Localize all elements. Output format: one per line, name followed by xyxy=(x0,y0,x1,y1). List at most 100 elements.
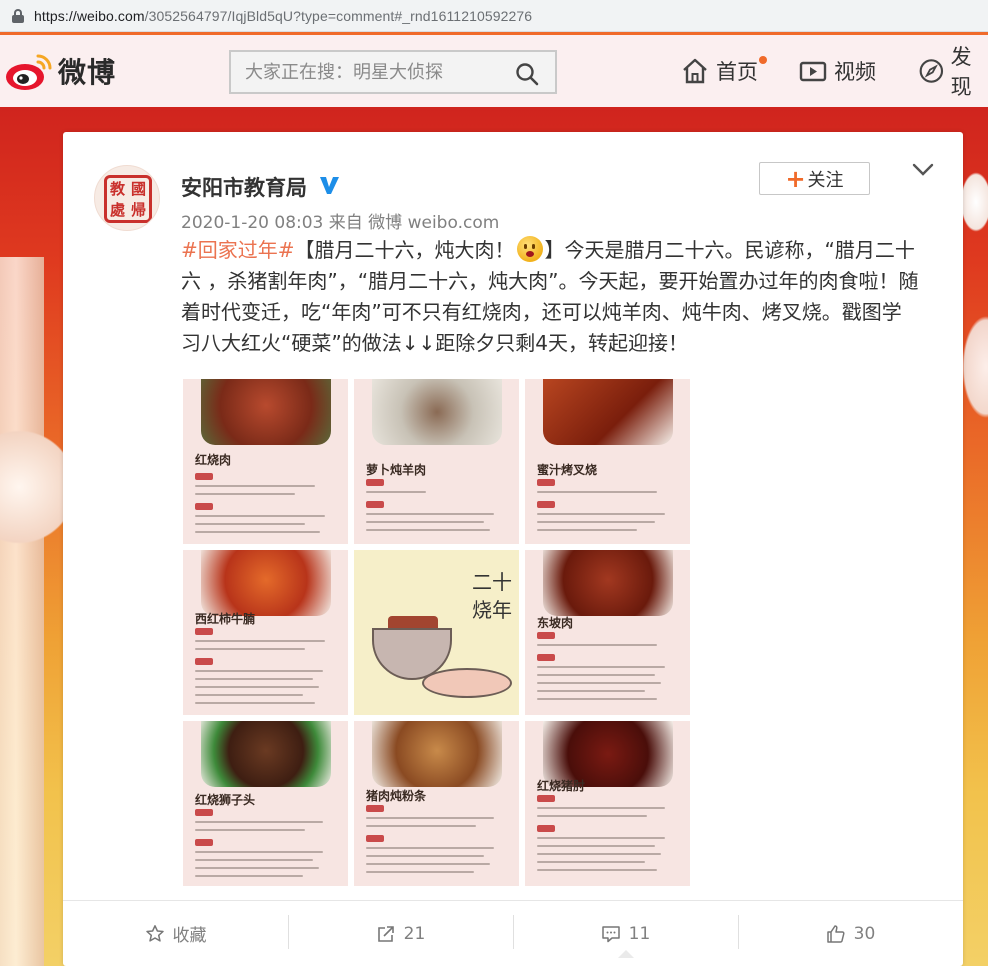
image-thumb[interactable]: 西红柿牛腩 xyxy=(183,550,348,715)
verified-v-icon xyxy=(320,177,339,194)
image-thumb[interactable]: 红烧肉 xyxy=(183,379,348,544)
image-thumb[interactable]: 东坡肉 xyxy=(525,550,690,715)
seal-char: 教 xyxy=(109,180,125,198)
share-count: 21 xyxy=(403,923,426,944)
label-tag xyxy=(195,658,213,665)
seal-char: 處 xyxy=(109,201,125,219)
text-line xyxy=(537,521,655,523)
label-tag xyxy=(537,795,555,802)
text-line xyxy=(537,682,661,684)
label-tag xyxy=(366,501,384,508)
text-line xyxy=(537,698,657,700)
label-tag xyxy=(195,473,213,480)
text-line xyxy=(195,670,323,672)
post-meta: 2020-1-20 08:03 来自 微博 weibo.com xyxy=(181,213,500,233)
topic-link[interactable]: #回家过年# xyxy=(181,238,295,262)
favorite-button[interactable]: 收藏 xyxy=(63,901,288,966)
text-line xyxy=(537,837,665,839)
avatar[interactable]: 教 國 處 帰 xyxy=(94,165,160,231)
text-line xyxy=(537,845,655,847)
url-path: /3052564797/IqjBld5qU?type=comment#_rnd1… xyxy=(144,7,533,24)
image-thumb[interactable]: 猪肉炖粉条 xyxy=(354,721,519,886)
notification-dot xyxy=(759,56,767,64)
text-line xyxy=(537,853,661,855)
text-line xyxy=(195,523,305,525)
label-tag xyxy=(366,479,384,486)
text-line xyxy=(366,817,494,819)
text-line xyxy=(195,829,305,831)
nav-discover-label: 发现 xyxy=(950,45,972,99)
search-box[interactable] xyxy=(229,50,557,94)
text-line xyxy=(366,491,426,493)
favorite-label: 收藏 xyxy=(172,926,207,946)
dish-photo xyxy=(201,550,331,616)
browser-address-bar[interactable]: https://weibo.com/3052564797/IqjBld5qU?t… xyxy=(0,0,988,32)
like-icon xyxy=(826,924,845,943)
post-text: #回家过年#【腊月二十六，炖大肉！ 】今天是腊月二十六。民谚称，“腊月二十六 ，杀… xyxy=(181,235,921,359)
label-tag xyxy=(537,654,555,661)
compass-icon xyxy=(919,59,944,83)
like-button[interactable]: 30 xyxy=(738,901,963,966)
post-actions: 收藏 21 11 30 xyxy=(63,900,963,966)
comment-caret xyxy=(618,950,634,958)
dish-photo xyxy=(372,379,502,445)
label-tag xyxy=(537,632,555,639)
dish-title: 西红柿牛腩 xyxy=(195,612,256,626)
text-line xyxy=(195,686,319,688)
image-thumb[interactable]: 二十 烧年 xyxy=(354,550,519,715)
dish-title: 萝卜炖羊肉 xyxy=(366,463,427,477)
image-thumb[interactable]: 红烧狮子头 xyxy=(183,721,348,886)
dish-photo xyxy=(543,550,673,616)
weibo-logo[interactable]: 微博 xyxy=(4,47,134,95)
follow-button[interactable]: + 关注 xyxy=(759,162,870,195)
image-thumb[interactable]: 蜜汁烤叉烧 xyxy=(525,379,690,544)
text-line xyxy=(366,855,484,857)
image-grid: 红烧肉 萝卜炖羊肉 蜜汁烤叉烧 西红柿牛腩 二十 烧年 东坡肉 红烧狮子头 猪肉… xyxy=(183,379,691,886)
lock-icon xyxy=(12,8,24,23)
text-line xyxy=(195,640,325,642)
dish-photo xyxy=(201,721,331,787)
label-tag xyxy=(195,809,213,816)
text-line xyxy=(537,674,655,676)
text-line xyxy=(537,807,665,809)
star-icon xyxy=(145,924,164,942)
seal-char: 國 xyxy=(130,180,146,198)
nav-discover[interactable]: 发现 xyxy=(918,35,988,107)
logo-text: 微博 xyxy=(58,56,117,89)
nav-video[interactable]: 视频 xyxy=(798,35,876,107)
text-line xyxy=(195,515,325,517)
nav-video-label: 视频 xyxy=(834,60,876,84)
label-tag xyxy=(366,805,384,812)
text-line xyxy=(195,821,323,823)
text-line xyxy=(537,666,665,668)
search-input[interactable] xyxy=(231,52,501,92)
art-line: 二十 xyxy=(472,570,512,594)
text-line xyxy=(195,859,313,861)
text-line xyxy=(537,869,657,871)
text-line xyxy=(195,531,320,533)
image-thumb[interactable]: 萝卜炖羊肉 xyxy=(354,379,519,544)
dish-photo xyxy=(543,379,673,445)
seal-logo: 教 國 處 帰 xyxy=(104,175,152,223)
text-line xyxy=(366,863,490,865)
nav-home[interactable]: 首页 xyxy=(680,35,767,107)
label-tag xyxy=(537,825,555,832)
search-icon[interactable] xyxy=(515,62,539,86)
text-line xyxy=(195,694,303,696)
art-fish xyxy=(422,668,512,698)
image-thumb[interactable]: 红烧猪肘 xyxy=(525,721,690,886)
text-line xyxy=(195,851,323,853)
text-line xyxy=(366,847,494,849)
emoji-icon xyxy=(516,236,543,262)
post-text-part: 【腊月二十六，炖大肉！ xyxy=(294,238,515,262)
url-text[interactable]: https://weibo.com/3052564797/IqjBld5qU?t… xyxy=(34,8,532,24)
text-line xyxy=(366,513,494,515)
background-pillar xyxy=(0,257,44,966)
comment-count: 11 xyxy=(628,923,651,944)
label-tag xyxy=(195,839,213,846)
author-name[interactable]: 安阳市教育局 xyxy=(181,172,307,202)
dish-title: 东坡肉 xyxy=(537,616,574,630)
share-button[interactable]: 21 xyxy=(288,901,513,966)
chevron-down-icon[interactable] xyxy=(911,160,935,180)
weibo-eye-icon xyxy=(6,54,52,90)
